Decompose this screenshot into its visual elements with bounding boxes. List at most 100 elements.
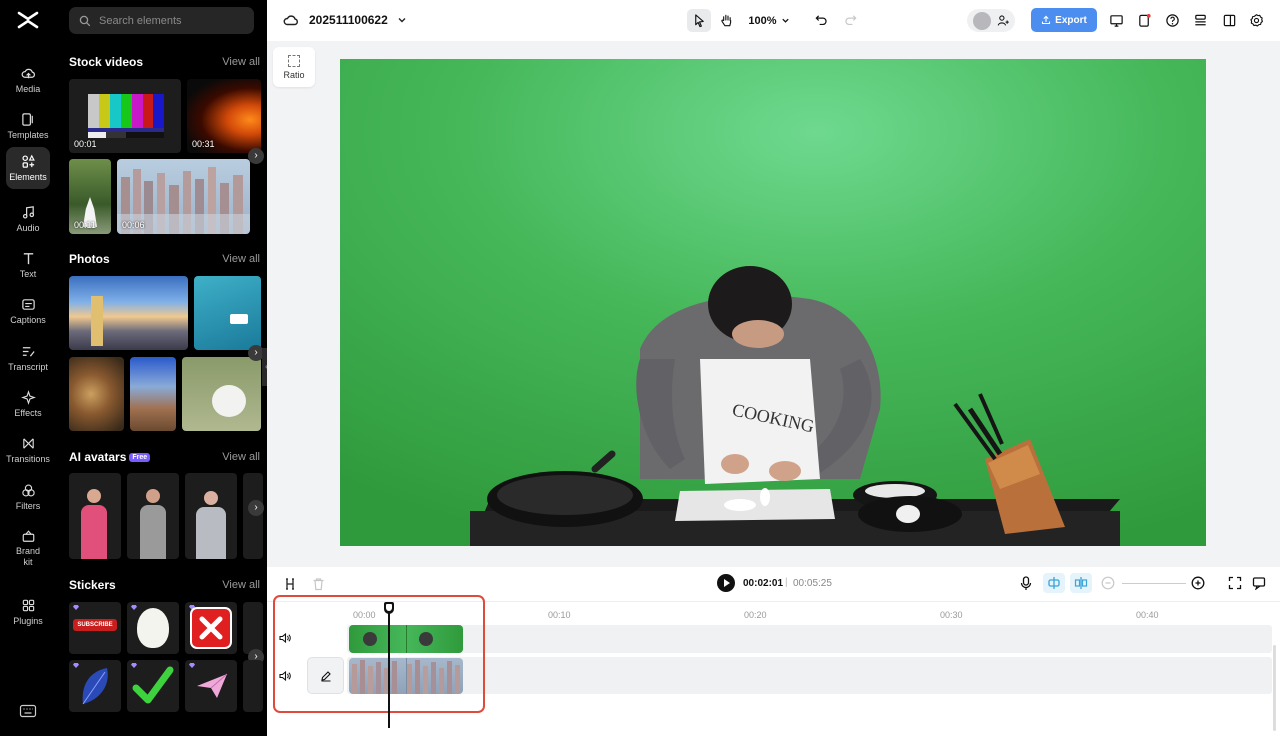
avatar-thumb[interactable] [127,473,179,559]
photo-thumb[interactable] [182,357,261,431]
text-icon [23,253,33,265]
stock-video-thumb[interactable]: 00:06 [117,159,250,234]
stock-video-thumb[interactable]: 00:01 [69,79,181,153]
time-separator: | [785,577,788,588]
zoom-in-icon[interactable] [1191,576,1205,590]
x-mark-sticker [190,607,232,649]
rail-item-filters[interactable]: Filters [6,476,50,518]
rail-item-transcript[interactable]: Transcript [6,337,50,379]
sticker-thumb[interactable]: SUBSCRIBE [69,602,121,654]
filters-icon [21,484,35,497]
help-icon [1165,14,1179,27]
rail-item-effects[interactable]: Effects [6,383,50,425]
collaborators-button[interactable] [967,9,1015,32]
playhead[interactable] [388,611,390,728]
rail-label: Plugins [13,616,43,626]
rail-item-templates[interactable]: Templates [6,105,50,147]
cloud-icon [283,15,298,26]
rail-item-brand-kit[interactable]: Brand kit [6,522,50,568]
comment-icon[interactable] [1252,576,1266,590]
magnet-toggle[interactable] [1043,573,1065,593]
search-box[interactable] [69,7,254,34]
stock-videos-title: Stock videos [69,55,144,69]
hand-tool-button[interactable] [714,9,738,32]
rail-item-media[interactable]: Media [6,59,50,101]
timeline-scrollbar[interactable] [1273,645,1276,731]
avatar-thumb[interactable] [69,473,121,559]
green-screen-scene-image: COOKING [340,59,1206,546]
zoom-slider[interactable] [1122,583,1186,584]
sticker-thumb[interactable] [185,660,237,712]
video-track-top [347,625,1272,653]
avatar-thumb[interactable] [243,473,263,559]
boat-shape [230,314,248,324]
help-button[interactable] [1161,9,1183,32]
sticker-thumb[interactable] [127,602,179,654]
notifications-button[interactable] [1133,9,1155,32]
layers-button[interactable] [1189,9,1211,32]
zoom-out-icon[interactable] [1101,576,1115,590]
rail-item-transitions[interactable]: Transitions [6,429,50,471]
sticker-thumb[interactable] [69,660,121,712]
keyboard-shortcuts-icon[interactable] [19,703,37,719]
panel-toggle-button[interactable] [1218,9,1240,32]
link-toggle[interactable] [1070,573,1092,593]
avatar-thumb[interactable] [185,473,237,559]
hand-icon [720,14,731,27]
rail-label: Text [19,269,37,279]
sticker-thumb[interactable] [127,660,179,712]
redo-button[interactable] [839,9,861,32]
stickers-title: Stickers [69,578,116,592]
photo-thumb[interactable] [194,276,261,350]
rail-item-audio[interactable]: Audio [6,198,50,240]
photos-view-all-link[interactable]: View all [222,253,260,265]
microphone-icon[interactable] [1019,576,1033,591]
play-button[interactable] [717,574,735,592]
total-duration: 00:05:25 [793,578,832,589]
avatar-body [140,505,166,559]
rail-label-line2: kit [23,557,33,567]
captions-icon [21,299,35,310]
zoom-dropdown[interactable]: 100% [748,9,790,32]
ratio-button[interactable]: Ratio [273,47,315,87]
avatar-body [81,505,107,559]
export-button[interactable]: Export [1031,8,1097,32]
rail-item-plugins[interactable]: Plugins [6,591,50,633]
stock-videos-view-all-link[interactable]: View all [222,56,260,68]
ai-avatars-view-all-link[interactable]: View all [222,451,260,463]
fullscreen-icon[interactable] [1228,576,1242,590]
stickers-view-all-link[interactable]: View all [222,579,260,591]
rail-item-elements[interactable]: Elements [6,147,50,189]
present-button[interactable] [1105,9,1127,32]
rail-label: Transitions [6,454,50,464]
pointer-icon [694,14,704,28]
project-menu[interactable]: 202511100622 [283,12,407,28]
select-tool-button[interactable] [687,9,711,32]
split-icon[interactable] [283,577,297,591]
current-time: 00:02:01 [743,578,784,589]
elements-panel: Stock videos View all 00:01 00:31 [56,0,267,736]
video-preview[interactable]: COOKING [340,59,1206,546]
settings-button[interactable] [1245,9,1267,32]
stock-videos-next-icon[interactable]: › [248,148,264,164]
transcript-icon [22,347,35,357]
search-input[interactable] [99,14,249,27]
puppy-shape [212,385,246,417]
video-duration: 00:31 [192,139,215,149]
photo-thumb[interactable] [130,357,176,431]
capcut-logo-icon[interactable] [17,10,39,30]
undo-button[interactable] [810,9,832,32]
sticker-thumb[interactable] [243,602,263,654]
stock-video-thumb[interactable]: 00:31 [187,79,261,153]
playhead-handle[interactable] [384,602,394,614]
stock-video-thumb[interactable]: 00:11 [69,159,111,234]
rail-item-text[interactable]: Text [6,244,50,286]
photo-thumb[interactable] [69,357,124,431]
sticker-thumb[interactable] [243,660,263,712]
ai-avatars-next-icon[interactable]: › [248,500,264,516]
left-rail: Media Templates Elements Audio Text Capt… [0,0,56,736]
rail-item-captions[interactable]: Captions [6,290,50,332]
trash-icon[interactable] [312,577,325,591]
sticker-thumb[interactable] [185,602,237,654]
photo-thumb[interactable] [69,276,188,350]
